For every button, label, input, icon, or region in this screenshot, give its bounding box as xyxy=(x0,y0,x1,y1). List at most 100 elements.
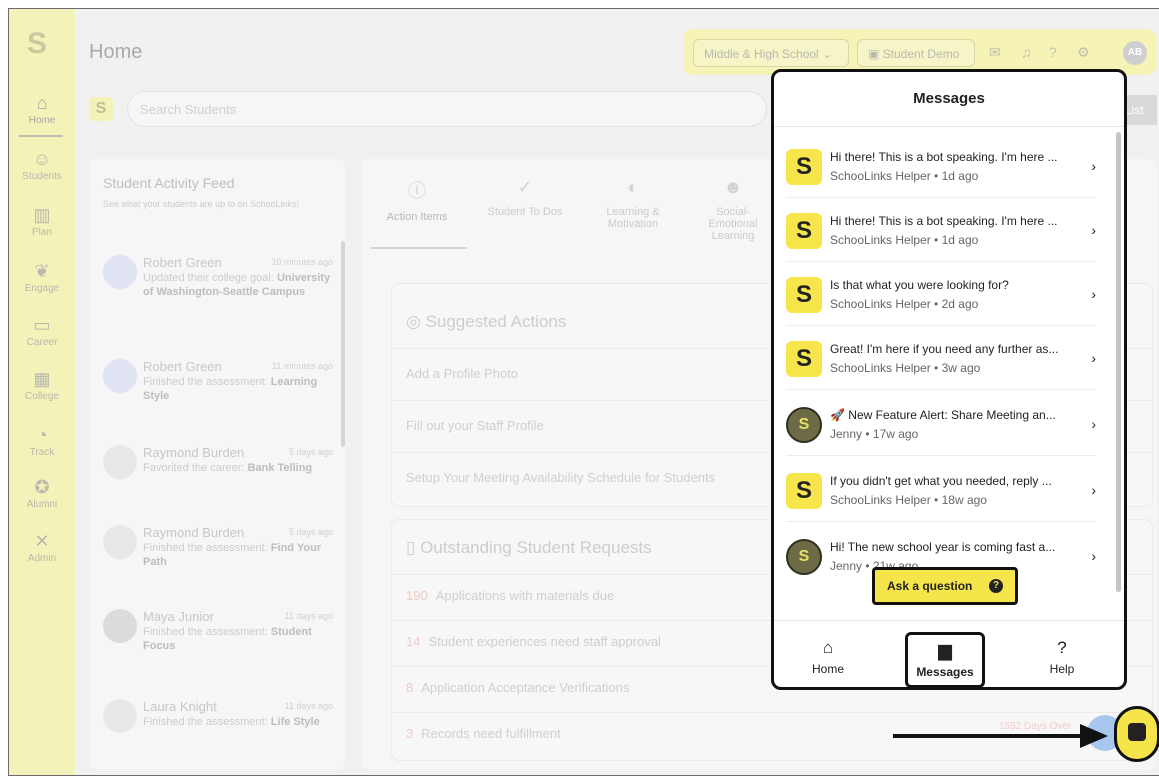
schoolinks-helper-avatar: S xyxy=(786,277,822,313)
sidebar-item-college[interactable]: ▦ College xyxy=(9,369,75,402)
pointer-arrow-icon xyxy=(1080,724,1108,748)
chevron-right-icon: › xyxy=(1091,482,1096,498)
schoolinks-logo[interactable]: S xyxy=(27,27,47,61)
handshake-icon: ❦ xyxy=(34,261,50,281)
avatar xyxy=(103,359,137,393)
graduation-cap-icon: ✪ xyxy=(34,477,50,497)
sidebar-item-label: Admin xyxy=(27,553,57,564)
sidebar-item-students[interactable]: ☺ Students xyxy=(9,149,75,182)
message-item[interactable]: S Is that what you were looking for? Sch… xyxy=(786,264,1096,326)
message-item[interactable]: S Hi there! This is a bot speaking. I'm … xyxy=(786,136,1096,198)
help-circle-icon: ? xyxy=(1057,638,1067,657)
chevron-right-icon: › xyxy=(1091,548,1096,564)
sidebar-item-label: Students xyxy=(22,171,62,182)
schoolinks-helper-avatar: S xyxy=(786,149,822,185)
sidebar: S ⌂ Home ☺ Students ▥ Plan ❦ Engage ▭ Ca… xyxy=(9,9,75,775)
info-icon: ⓘ xyxy=(408,181,426,201)
school-select[interactable]: Middle & High School ⌄ xyxy=(693,39,849,67)
sidebar-item-track[interactable]: ◔ Track xyxy=(9,425,75,458)
request-row[interactable]: 190 Applications with materials due xyxy=(406,588,614,603)
chevron-down-icon: ⌄ xyxy=(822,47,833,61)
chevron-right-icon: › xyxy=(1091,416,1096,432)
feed-item[interactable]: Robert Green 10 minutes ago Updated thei… xyxy=(103,255,333,325)
briefcase-icon: ▭ xyxy=(33,315,51,335)
avatar xyxy=(103,525,137,559)
bell-icon[interactable]: ♫ xyxy=(1021,44,1032,60)
feed-item[interactable]: Laura Knight 11 days ago Finished the as… xyxy=(103,699,333,759)
avatar xyxy=(103,609,137,643)
suggested-action[interactable]: Add a Profile Photo xyxy=(406,366,518,381)
sidebar-item-label: College xyxy=(25,391,59,402)
feed-item[interactable]: Raymond Burden 5 days ago Favorited the … xyxy=(103,445,333,495)
feed-item[interactable]: Maya Junior 11 days ago Finished the ass… xyxy=(103,609,333,669)
user-circle-icon: ◎ xyxy=(406,312,426,331)
chevron-right-icon: › xyxy=(1091,350,1096,366)
footer-messages-tab[interactable]: ▆ Messages xyxy=(905,632,985,688)
suggested-action[interactable]: Setup Your Meeting Availability Schedule… xyxy=(406,470,715,485)
ask-a-question-button[interactable]: Ask a question ? xyxy=(872,567,1018,605)
gear-icon[interactable]: ⚙ xyxy=(1077,44,1090,61)
pie-chart-icon: ◔ xyxy=(36,425,48,445)
user-avatar[interactable]: AB xyxy=(1123,41,1147,65)
help-icon[interactable]: ? xyxy=(1049,44,1057,60)
avatar xyxy=(103,699,137,733)
sidebar-item-label: Plan xyxy=(31,227,52,238)
question-bubble-icon: ? xyxy=(989,579,1003,593)
footer-help-tab[interactable]: ? Help xyxy=(1022,638,1102,676)
request-row[interactable]: 3 Records need fulfillment xyxy=(406,726,561,741)
avatar xyxy=(103,445,137,479)
home-icon: ⌂ xyxy=(36,93,48,113)
map-icon: ▥ xyxy=(33,205,51,225)
schoolinks-helper-avatar: S xyxy=(786,213,822,249)
sidebar-item-label: Career xyxy=(26,337,58,348)
chevron-right-icon: › xyxy=(1091,286,1096,302)
pointer-arrow-shaft xyxy=(893,734,1085,738)
sidebar-item-plan[interactable]: ▥ Plan xyxy=(9,205,75,238)
building-icon: ▦ xyxy=(33,369,51,389)
home-outline-icon: ⌂ xyxy=(822,638,834,657)
feed-item[interactable]: Raymond Burden 5 days ago Finished the a… xyxy=(103,525,333,585)
request-row[interactable]: 8 Application Acceptance Verifications xyxy=(406,680,629,695)
tab-learning-motivation[interactable]: ◐ Learning & Motivation xyxy=(593,177,673,230)
request-row[interactable]: 14 Student experiences need staff approva… xyxy=(406,634,661,649)
card-title: Suggested Actions xyxy=(425,312,567,331)
page-title: Home xyxy=(89,41,143,63)
student-demo-button[interactable]: ▣ Student Demo xyxy=(857,39,975,67)
chat-launcher-button[interactable] xyxy=(1114,706,1159,762)
schoolinks-helper-avatar: S xyxy=(786,341,822,377)
footer-home-tab[interactable]: ⌂ Home xyxy=(788,638,868,676)
feed-item[interactable]: Robert Green 11 minutes ago Finished the… xyxy=(103,359,333,409)
sidebar-item-engage[interactable]: ❦ Engage xyxy=(9,261,75,294)
mail-icon[interactable]: ✉ xyxy=(989,44,1001,61)
message-bubble-icon: ▆ xyxy=(938,641,952,660)
messages-title: Messages xyxy=(913,90,985,107)
tab-student-to-dos[interactable]: ✓ Student To Dos xyxy=(485,177,565,218)
person-icon: ☺ xyxy=(32,149,52,169)
search-logo-icon: S xyxy=(89,97,113,121)
tab-social-emotional-learning[interactable]: ☻ Social-Emotional Learning xyxy=(693,177,773,242)
suggested-action[interactable]: Fill out your Staff Profile xyxy=(406,418,544,433)
tab-action-items[interactable]: ⓘ Action Items xyxy=(377,177,457,223)
sidebar-item-label: Alumni xyxy=(26,499,58,510)
sidebar-item-label: Engage xyxy=(24,283,60,294)
document-icon: ▯ xyxy=(406,538,421,557)
sidebar-item-home[interactable]: ⌂ Home xyxy=(9,93,75,126)
message-item[interactable]: S Hi there! This is a bot speaking. I'm … xyxy=(786,200,1096,262)
jenny-avatar: S xyxy=(786,407,822,443)
card-title: Outstanding Student Requests xyxy=(420,538,652,557)
sidebar-item-label: Track xyxy=(29,447,55,458)
sidebar-item-alumni[interactable]: ✪ Alumni xyxy=(9,477,75,510)
feed-scrollbar[interactable] xyxy=(341,241,345,447)
message-item[interactable]: S 🚀 New Feature Alert: Share Meeting an.… xyxy=(786,394,1096,456)
sidebar-item-career[interactable]: ▭ Career xyxy=(9,315,75,348)
search-input[interactable]: Search Students xyxy=(127,91,767,127)
message-item[interactable]: S If you didn't get what you needed, rep… xyxy=(786,460,1096,522)
mask-icon: ☻ xyxy=(723,177,743,197)
sidebar-item-admin[interactable]: ✕ Admin xyxy=(9,531,75,564)
message-item[interactable]: S Great! I'm here if you need any furthe… xyxy=(786,328,1096,390)
feed-title: Student Activity Feed xyxy=(103,175,235,191)
active-indicator xyxy=(19,135,63,137)
messages-scrollbar[interactable] xyxy=(1116,132,1121,592)
overdue-label: 1552 Days Over xyxy=(999,721,1072,732)
chevron-right-icon: › xyxy=(1091,158,1096,174)
